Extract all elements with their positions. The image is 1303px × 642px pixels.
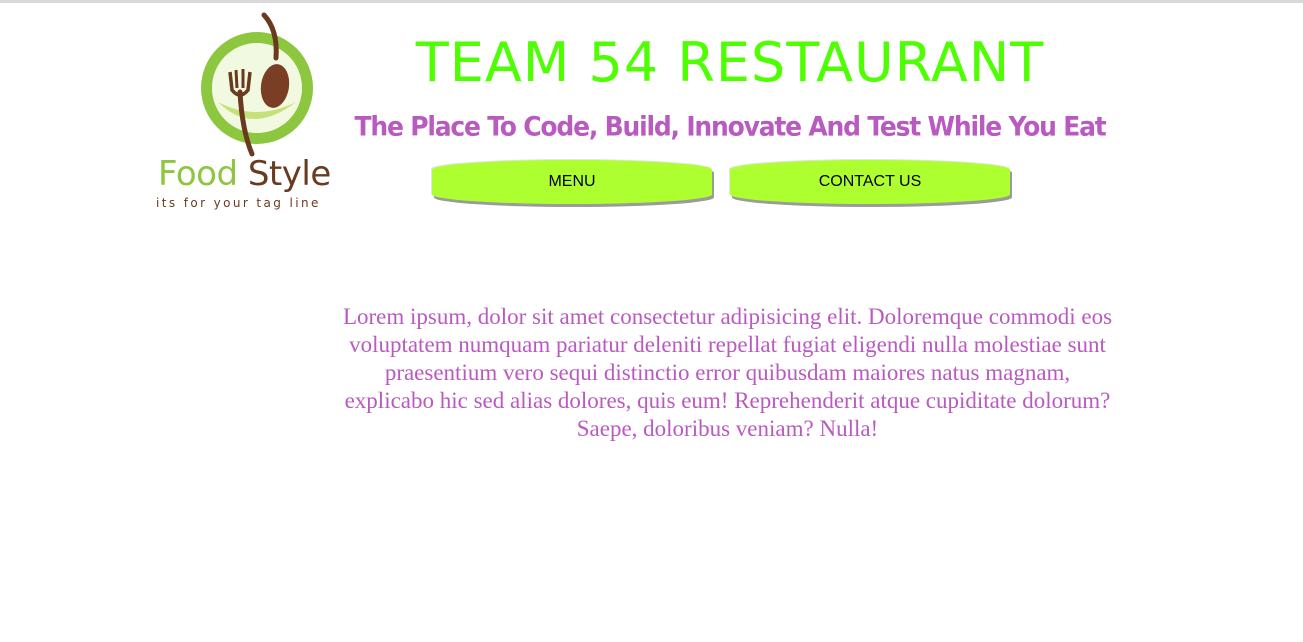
logo-tagline: its for your tag line xyxy=(156,196,321,210)
intro-paragraph: Lorem ipsum, dolor sit amet consectetur … xyxy=(342,304,1113,441)
page: Food Style its for your tag line TEAM 54… xyxy=(0,0,1303,642)
site-title: TEAM 54 RESTAURANT xyxy=(415,31,1045,94)
logo-name-style: Style xyxy=(247,154,331,194)
logo-name: Food Style xyxy=(158,154,331,194)
fork-spoon-icon xyxy=(201,12,313,157)
logo-name-food: Food xyxy=(158,154,238,194)
top-border xyxy=(0,0,1303,3)
contact-us-button[interactable]: CONTACT US xyxy=(730,160,1010,204)
site-subtitle: The Place To Code, Build, Innovate And T… xyxy=(354,110,1107,143)
menu-button[interactable]: MENU xyxy=(432,160,712,204)
food-style-logo[interactable]: Food Style its for your tag line xyxy=(152,10,352,215)
